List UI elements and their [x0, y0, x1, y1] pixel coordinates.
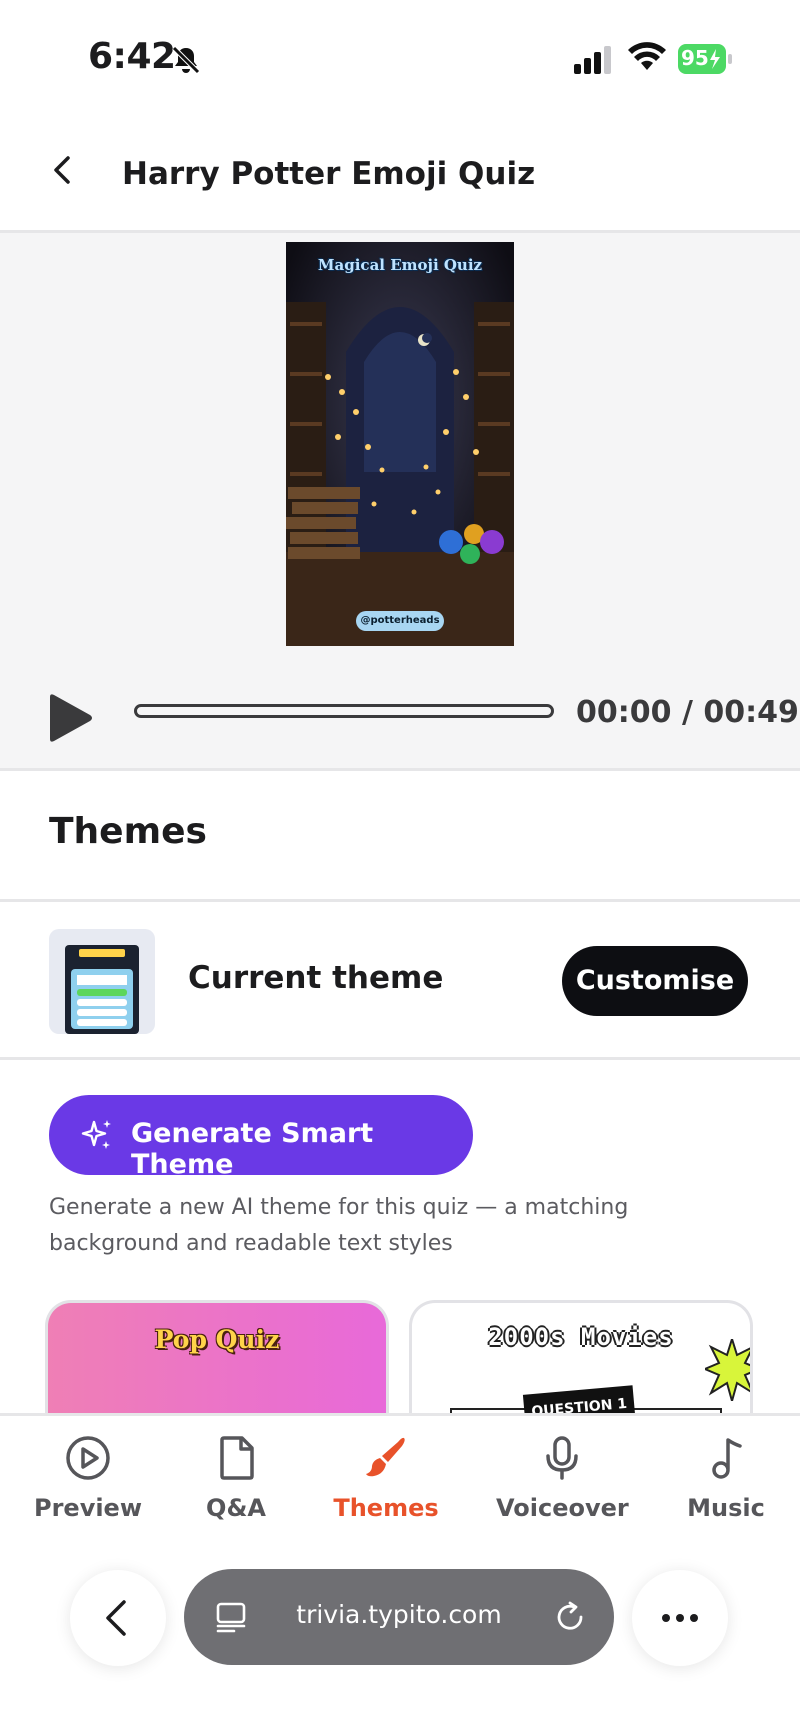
theme-card-2000s-movies[interactable]: 2000s Movies QUESTION 1 — [409, 1300, 753, 1420]
tab-label: Themes — [333, 1494, 439, 1522]
current-theme-label: Current theme — [188, 960, 444, 996]
document-icon — [220, 1436, 254, 1480]
browser-back-button[interactable] — [70, 1570, 166, 1666]
generate-smart-theme-button[interactable]: Generate Smart Theme — [49, 1095, 473, 1180]
back-chevron-icon[interactable] — [44, 152, 80, 188]
video-progress-bar[interactable] — [134, 704, 554, 718]
address-bar[interactable]: trivia.typito.com — [184, 1569, 614, 1665]
tab-label: Music — [687, 1494, 765, 1522]
video-overlay-handle: @potterheads — [356, 611, 444, 631]
video-time-readout: 00:00 / 00:49 — [576, 695, 799, 730]
reload-icon[interactable] — [552, 1599, 588, 1635]
theme-card-pop-quiz[interactable]: Pop Quiz — [45, 1300, 389, 1420]
tab-label: Q&A — [206, 1494, 266, 1522]
customise-button[interactable]: Customise — [562, 946, 748, 1016]
library-scene-image — [286, 242, 514, 646]
more-ellipsis-icon — [662, 1614, 698, 1622]
themes-heading-row: Themes — [0, 771, 800, 902]
tab-voiceover[interactable]: Voiceover — [496, 1434, 629, 1534]
theme-card-title: Pop Quiz — [154, 1325, 280, 1354]
app-header: Harry Potter Emoji Quiz — [0, 110, 800, 233]
silent-bell-icon — [172, 46, 200, 74]
status-bar: 6:42 95 — [0, 0, 800, 110]
play-circle-icon — [66, 1436, 110, 1480]
video-overlay-title: Magical Emoji Quiz — [317, 256, 483, 274]
status-time: 6:42 — [88, 36, 176, 77]
browser-toolbar: trivia.typito.com — [0, 1545, 800, 1734]
themes-heading: Themes — [49, 811, 207, 852]
video-thumbnail[interactable]: Magical Emoji Quiz @potterheads — [286, 242, 514, 646]
current-theme-row: Current theme Customise — [0, 902, 800, 1060]
tab-qa[interactable]: Q&A — [186, 1434, 286, 1534]
browser-more-button[interactable] — [632, 1570, 728, 1666]
address-url: trivia.typito.com — [296, 1600, 502, 1629]
chevron-left-icon — [106, 1600, 126, 1636]
tab-preview[interactable]: Preview — [28, 1434, 148, 1534]
music-note-icon — [712, 1438, 742, 1479]
play-icon[interactable] — [46, 693, 94, 743]
generate-theme-description: Generate a new AI theme for this quiz — … — [49, 1195, 629, 1256]
current-theme-thumbnail[interactable] — [49, 929, 155, 1034]
theme-card-title: 2000s Movies — [488, 1323, 674, 1351]
bottom-tab-bar: Preview Q&A Themes Voiceover Music — [0, 1413, 800, 1548]
current-theme-preview-image — [65, 945, 139, 1034]
microphone-icon — [546, 1436, 578, 1480]
tab-music[interactable]: Music — [676, 1434, 776, 1534]
wifi-icon — [628, 42, 666, 70]
battery-level: 95 — [681, 46, 709, 70]
video-preview-area: Magical Emoji Quiz @potterheads 00:00 / … — [0, 233, 800, 771]
tab-themes[interactable]: Themes — [326, 1434, 446, 1534]
tab-label: Voiceover — [496, 1494, 629, 1522]
generate-smart-theme-label: Generate Smart Theme — [131, 1118, 374, 1180]
tab-label: Preview — [33, 1494, 143, 1522]
battery-indicator: 95 — [678, 44, 732, 74]
page-title: Harry Potter Emoji Quiz — [122, 156, 536, 192]
sparkles-icon — [81, 1120, 111, 1149]
cellular-signal-icon — [574, 46, 611, 74]
starburst-icon — [705, 1339, 750, 1401]
paintbrush-icon — [366, 1437, 405, 1477]
